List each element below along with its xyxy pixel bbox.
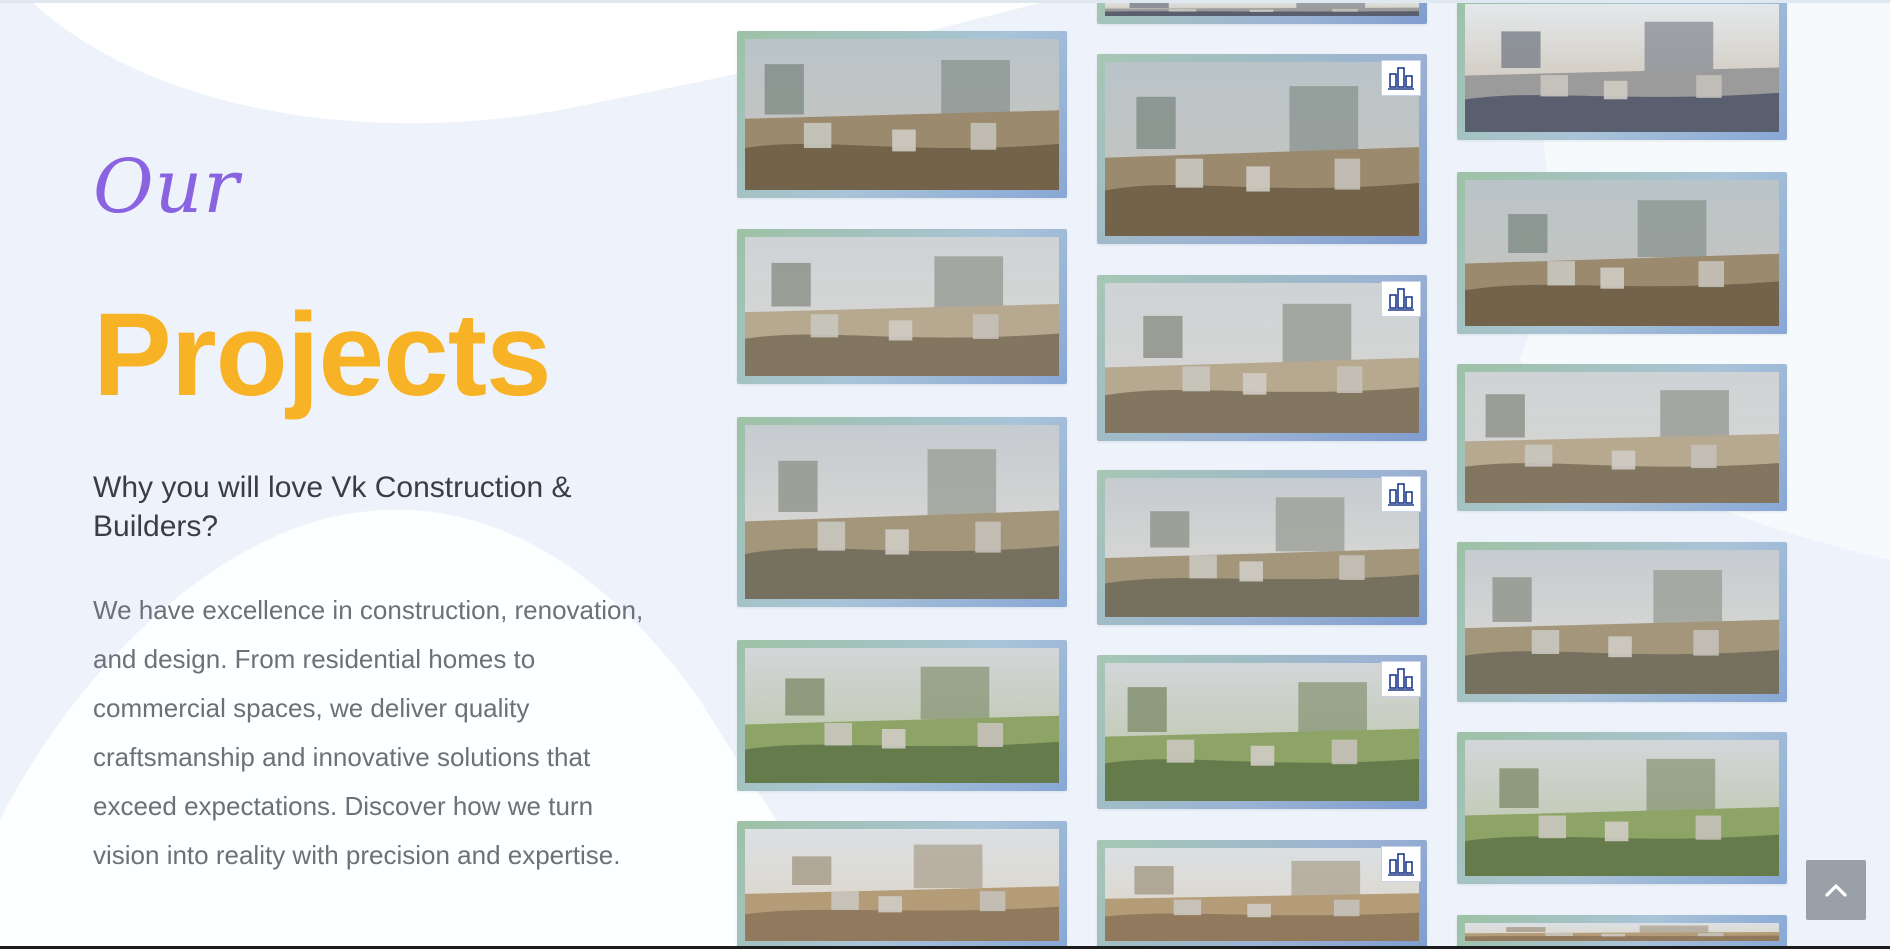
project-card[interactable] xyxy=(1097,655,1427,809)
project-card[interactable] xyxy=(1457,0,1787,140)
gallery-column-3 xyxy=(1457,0,1787,949)
project-photo-pile-caps xyxy=(745,648,1059,783)
project-photo-rebar-mesh xyxy=(745,425,1059,599)
projects-intro: Our Projects Why you will love Vk Constr… xyxy=(93,150,653,880)
project-card[interactable] xyxy=(737,31,1067,198)
project-photo-circular-formwork xyxy=(1105,283,1419,433)
project-card[interactable] xyxy=(1457,732,1787,884)
vk-construction-logo-icon xyxy=(1381,476,1421,512)
project-card[interactable] xyxy=(737,640,1067,791)
project-card[interactable] xyxy=(1457,172,1787,334)
vk-construction-logo-icon xyxy=(1381,846,1421,882)
project-photo-column-scaffold xyxy=(1465,4,1779,132)
project-photo-foundation-pits xyxy=(1465,550,1779,694)
project-photo-pedestals-2 xyxy=(1465,372,1779,503)
vk-construction-logo-icon xyxy=(1381,281,1421,317)
project-card[interactable] xyxy=(737,821,1067,949)
project-card[interactable] xyxy=(737,417,1067,607)
project-card[interactable] xyxy=(737,229,1067,384)
project-photo-pedestals xyxy=(1105,62,1419,236)
project-card[interactable] xyxy=(1097,54,1427,244)
project-card[interactable] xyxy=(1457,542,1787,702)
section-subheading: Why you will love Vk Construction & Buil… xyxy=(93,471,572,543)
project-photo-open-ground-2 xyxy=(1105,848,1419,941)
section-kicker: Our xyxy=(93,144,240,230)
section-title: Projects xyxy=(93,289,552,421)
back-to-top-button[interactable] xyxy=(1806,860,1866,920)
project-card[interactable] xyxy=(1097,0,1427,24)
project-photo-tank-foundation xyxy=(745,39,1059,190)
project-photo-slab-underside xyxy=(1465,740,1779,876)
project-card[interactable] xyxy=(1097,470,1427,625)
chevron-up-icon xyxy=(1825,884,1847,897)
vk-construction-logo-icon xyxy=(1381,60,1421,96)
gallery-column-2 xyxy=(1097,0,1427,949)
project-card[interactable] xyxy=(1457,915,1787,949)
project-photo-wall-formwork xyxy=(1105,478,1419,617)
project-card[interactable] xyxy=(1097,275,1427,441)
project-card[interactable] xyxy=(1457,364,1787,511)
project-photo-excavation xyxy=(1465,180,1779,326)
project-photo-workers-field xyxy=(745,237,1059,376)
vk-construction-logo-icon xyxy=(1381,661,1421,697)
gallery-column-1 xyxy=(737,0,1067,949)
project-photo-open-ground xyxy=(1105,663,1419,801)
project-photo-bottom-partial xyxy=(1465,923,1779,941)
project-card[interactable] xyxy=(1097,840,1427,949)
top-border xyxy=(0,0,1890,3)
project-photo-site-sheds xyxy=(745,829,1059,941)
section-description: We have excellence in construction, reno… xyxy=(93,595,644,870)
